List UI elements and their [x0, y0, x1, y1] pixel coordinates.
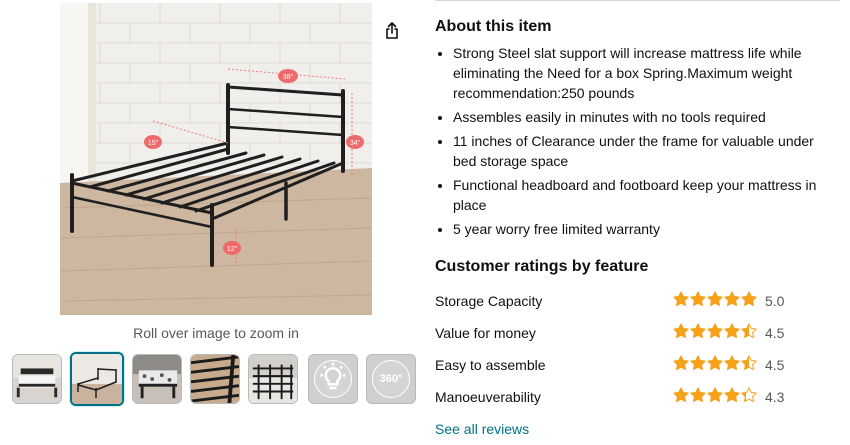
rating-value: 4.5 [765, 357, 785, 373]
star-rating [673, 355, 757, 371]
star-full-icon [690, 323, 706, 339]
dimension-label-headboard: 34" [350, 140, 361, 147]
rating-row-manoeuverability: Manoeuverability 4.3 [435, 387, 835, 409]
star-full-icon [724, 291, 740, 307]
star-half-icon [741, 387, 757, 403]
about-bullet: 11 inches of Clearance under the frame f… [453, 131, 840, 171]
rating-feature-name: Manoeuverability [435, 389, 541, 405]
share-icon [386, 22, 398, 39]
star-rating [673, 323, 757, 339]
star-full-icon [690, 387, 706, 403]
star-full-icon [724, 387, 740, 403]
rating-value: 4.3 [765, 389, 785, 405]
ratings-title: Customer ratings by feature [435, 258, 649, 275]
about-title: About this item [435, 18, 552, 35]
star-full-icon [690, 291, 706, 307]
star-full-icon [724, 323, 740, 339]
star-full-icon [707, 355, 723, 371]
star-full-icon [673, 323, 689, 339]
thumbnail-2[interactable] [70, 352, 124, 406]
star-half-icon [741, 323, 757, 339]
star-full-icon [673, 355, 689, 371]
dimension-label-clearance: 12" [227, 246, 238, 253]
thumbnail-7-360[interactable]: 360° [366, 354, 416, 404]
about-bullet: Strong Steel slat support will increase … [453, 43, 840, 103]
rating-row-value-for-money: Value for money 4.5 [435, 323, 835, 345]
about-bullet-list: Strong Steel slat support will increase … [435, 43, 840, 243]
about-bullet: Functional headboard and footboard keep … [453, 175, 840, 215]
360-label: 360° [379, 373, 403, 385]
rating-feature-name: Storage Capacity [435, 293, 543, 309]
thumbnail-1[interactable] [12, 354, 62, 404]
thumbnail-6-video[interactable] [308, 354, 358, 404]
dimension-label-depth: 15" [148, 140, 159, 147]
main-product-image[interactable]: 38" 15" 34" 12" [60, 3, 372, 315]
star-full-icon [673, 387, 689, 403]
rating-row-easy-to-assemble: Easy to assemble 4.5 [435, 355, 835, 377]
see-all-reviews-link[interactable]: See all reviews [435, 421, 529, 437]
star-full-icon [707, 323, 723, 339]
360-view-icon: 360° [372, 360, 410, 398]
rating-feature-name: Easy to assemble [435, 357, 546, 373]
rating-value: 4.5 [765, 325, 785, 341]
star-half-icon [741, 355, 757, 371]
star-full-icon [673, 291, 689, 307]
star-full-icon [741, 291, 757, 307]
rating-feature-name: Value for money [435, 325, 536, 341]
about-bullet: 5 year worry free limited warranty [453, 219, 840, 239]
star-full-icon [724, 355, 740, 371]
lightbulb-icon [314, 360, 352, 398]
rating-row-storage-capacity: Storage Capacity 5.0 [435, 291, 835, 313]
star-full-icon [707, 291, 723, 307]
share-button[interactable] [376, 15, 408, 47]
rating-value: 5.0 [765, 293, 785, 309]
star-full-icon [707, 387, 723, 403]
star-rating [673, 291, 757, 307]
thumbnail-4[interactable] [190, 354, 240, 404]
thumbnail-5[interactable] [248, 354, 298, 404]
dimension-label-width: 38" [283, 74, 294, 81]
zoom-hint: Roll over image to zoom in [133, 325, 299, 341]
star-rating [673, 387, 757, 403]
thumbnail-3[interactable] [132, 354, 182, 404]
star-full-icon [690, 355, 706, 371]
section-divider [435, 0, 840, 1]
about-bullet: Assembles easily in minutes with no tool… [453, 107, 840, 127]
